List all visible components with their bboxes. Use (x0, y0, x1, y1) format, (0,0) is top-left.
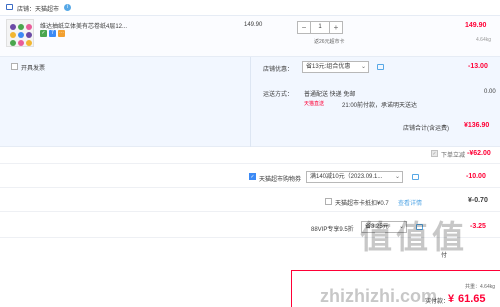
quantity-stepper: − 1 + (297, 21, 343, 34)
item-subtotal: 149.90 (465, 22, 487, 29)
vip-label: 88VIP专享9.5折 (311, 227, 354, 233)
coupon-amount: -10.00 (466, 173, 486, 180)
store-promo-value: 省13元:组合优惠 (306, 64, 351, 70)
quantity-input[interactable]: 1 (310, 22, 330, 33)
total-weight: 共重：4.64kg (465, 284, 496, 290)
card-checkbox[interactable] (325, 198, 332, 205)
order-discount-amount: -¥62.00 (467, 150, 491, 157)
coupon-value: 满140减10元（2023.09.1... (310, 174, 383, 180)
watermark-logo: 值值值 (360, 219, 469, 255)
divider (0, 163, 500, 164)
pay-currency: ¥ (448, 293, 455, 305)
coupon-checkbox[interactable]: ✓ (249, 173, 256, 180)
card-amount: ¥-0.70 (468, 197, 488, 204)
store-name[interactable]: 店铺：天猫超市 (17, 4, 59, 13)
store-promo-amount: -13.00 (468, 63, 488, 70)
store-total-label: 店铺合计(含运费) (403, 126, 449, 132)
chevron-down-icon: ⌄ (394, 174, 400, 180)
tag-more-icon: ⋯ (58, 30, 65, 37)
divider (0, 187, 500, 188)
vip-amount: -3.25 (470, 223, 486, 230)
card-label: 天猫超市卡抵扣¥0.7 (335, 201, 389, 207)
shipping-method: 普通配送 快递 免邮 (304, 92, 356, 98)
store-header (0, 0, 500, 15)
shipping-amount: 0.00 (484, 89, 496, 95)
delivery-promise: 21:00前付款，承诺明天送达 (342, 103, 418, 109)
store-icon (6, 4, 13, 10)
decrement-button[interactable]: − (298, 22, 310, 33)
order-discount-label: 下单立减 (441, 153, 466, 159)
card-details-link[interactable]: 查看详情 (398, 198, 422, 207)
pay-total: 61.65 (458, 293, 486, 305)
shipping-label: 运送方式： (263, 92, 294, 98)
increment-button[interactable]: + (330, 22, 342, 33)
comment-icon[interactable] (412, 174, 419, 180)
store-promo-select[interactable]: 省13元:组合优惠 ⌄ (302, 61, 369, 73)
invoice-checkbox[interactable] (11, 63, 18, 70)
panel-divider (250, 57, 251, 147)
info-icon[interactable]: i (64, 4, 71, 11)
comment-icon[interactable] (377, 64, 384, 70)
invoice-label: 开具发票 (21, 66, 46, 72)
store-total-amount: ¥136.90 (464, 122, 490, 129)
unit-price: 149.90 (244, 22, 263, 28)
product-tags: ✓ 7 ⋯ (40, 30, 65, 37)
coupon-label: 天猫超市购物券 (259, 177, 302, 183)
watermark-url: zhizhizhi.com (320, 286, 437, 306)
coupon-select[interactable]: 满140减10元（2023.09.1... ⌄ (306, 171, 403, 183)
rebate-note: 返26元超市卡 (314, 39, 345, 45)
chevron-down-icon: ⌄ (360, 64, 366, 70)
order-discount-checkbox: ✓ (431, 150, 438, 157)
product-title[interactable]: 维达抽纸立体美有芯卷纸4层12... (40, 21, 127, 30)
tag-guarantee-icon: ✓ (40, 30, 47, 37)
item-weight: 4.64kg (476, 37, 492, 43)
tmall-direct-badge: 天猫直送 (304, 101, 325, 107)
store-promo-label: 店铺优惠： (263, 67, 294, 73)
tag-7day-icon: 7 (49, 30, 56, 37)
product-thumbnail[interactable] (6, 19, 34, 47)
